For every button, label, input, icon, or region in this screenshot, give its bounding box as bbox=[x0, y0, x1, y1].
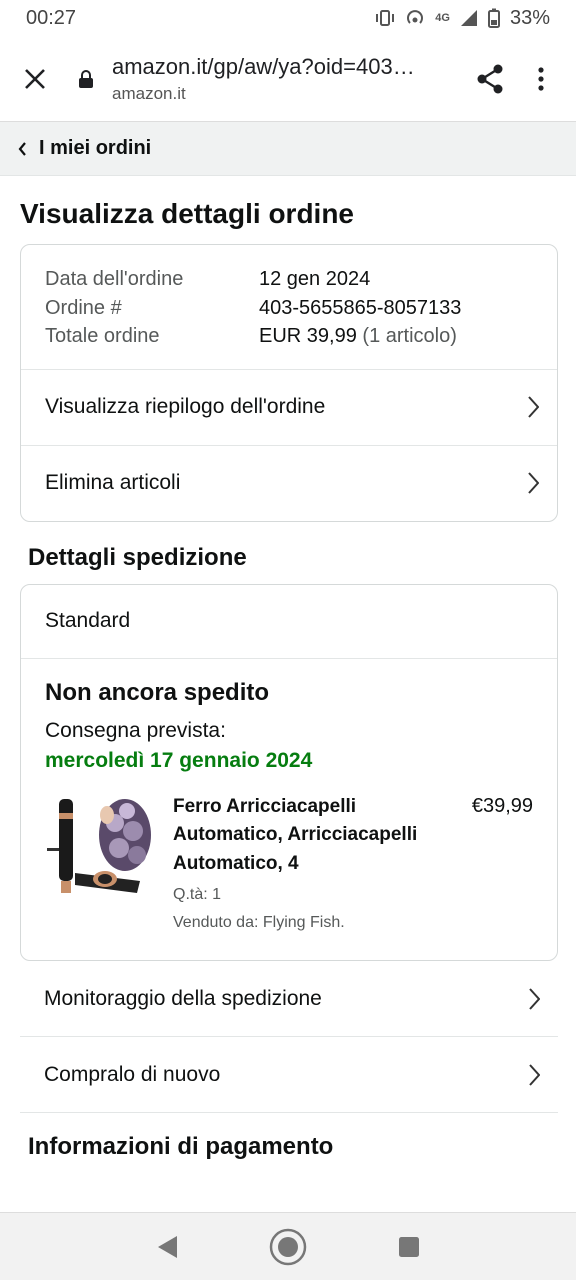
view-order-summary-label: Visualizza riepilogo dell'ordine bbox=[45, 395, 326, 418]
page-title: Visualizza dettagli ordine bbox=[20, 198, 355, 229]
url-text: amazon.it/gp/aw/ya?oid=403… bbox=[112, 53, 415, 79]
product-seller: Venduto da: Flying Fish. bbox=[173, 914, 345, 931]
order-number-row: Ordine # 403-5655865-8057133 bbox=[45, 294, 533, 323]
lock-icon[interactable] bbox=[78, 69, 100, 89]
shipment-body: Non ancora spedito Consegna prevista: me… bbox=[21, 659, 557, 961]
expected-delivery-label: Consegna prevista: bbox=[45, 718, 226, 742]
chevron-right-icon bbox=[529, 1063, 540, 1086]
status-bar: 00:27 4G 33% bbox=[0, 0, 576, 36]
product-title[interactable]: Ferro Arricciacapelli Automatico, Arricc… bbox=[173, 793, 460, 879]
track-shipment-link[interactable]: Monitoraggio della spedizione bbox=[20, 961, 558, 1037]
buy-again-link[interactable]: Compralo di nuovo bbox=[20, 1037, 558, 1113]
share-button[interactable] bbox=[470, 59, 510, 99]
system-nav-bar bbox=[0, 1212, 576, 1280]
order-summary-card: Data dell'ordine 12 gen 2024 Ordine # 40… bbox=[20, 244, 558, 522]
battery-icon bbox=[487, 8, 500, 28]
order-total-value: EUR 39,99 (1 articolo) bbox=[259, 322, 457, 351]
order-date-value: 12 gen 2024 bbox=[259, 268, 371, 290]
vibrate-icon bbox=[376, 10, 395, 26]
shipping-section-title: Dettagli spedizione bbox=[28, 543, 247, 571]
chevron-right-icon bbox=[529, 987, 540, 1010]
url-domain: amazon.it bbox=[112, 83, 186, 103]
order-total-row: Totale ordine EUR 39,99 (1 articolo) bbox=[45, 322, 533, 351]
buy-again-label: Compralo di nuovo bbox=[44, 1062, 221, 1086]
order-summary: Data dell'ordine 12 gen 2024 Ordine # 40… bbox=[21, 245, 557, 369]
order-item-count: (1 articolo) bbox=[362, 325, 457, 347]
share-icon bbox=[477, 64, 503, 93]
address-bar[interactable]: amazon.it/gp/aw/ya?oid=403… amazon.it bbox=[112, 54, 456, 104]
payment-section-title: Informazioni di pagamento bbox=[28, 1133, 334, 1160]
product-item[interactable]: Ferro Arricciacapelli Automatico, Arricc… bbox=[45, 793, 533, 933]
delete-items-label: Elimina articoli bbox=[45, 471, 181, 494]
more-vert-icon bbox=[538, 66, 544, 91]
product-price: €39,99 bbox=[471, 794, 533, 817]
close-tab-button[interactable] bbox=[20, 64, 50, 94]
delete-items-link[interactable]: Elimina articoli bbox=[21, 444, 557, 521]
clock: 00:27 bbox=[26, 6, 77, 29]
network-type: 4G bbox=[435, 12, 450, 24]
view-order-summary-link[interactable]: Visualizza riepilogo dell'ordine bbox=[21, 368, 557, 445]
chevron-right-icon bbox=[528, 472, 539, 494]
status-icons: 4G 33% bbox=[375, 7, 550, 30]
hotspot-icon bbox=[407, 10, 424, 24]
home-nav-icon[interactable] bbox=[268, 1227, 308, 1267]
order-total-amount: EUR 39,99 bbox=[259, 325, 357, 347]
order-date-row: Data dell'ordine 12 gen 2024 bbox=[45, 265, 533, 294]
shipping-type: Standard bbox=[21, 585, 557, 659]
order-total-label: Totale ordine bbox=[45, 325, 160, 347]
shipment-card: Standard Non ancora spedito Consegna pre… bbox=[20, 583, 558, 961]
product-quantity: Q.tà: 1 bbox=[173, 886, 222, 903]
product-info: Ferro Arricciacapelli Automatico, Arricc… bbox=[173, 793, 460, 933]
product-thumbnail[interactable] bbox=[45, 793, 153, 903]
order-number-value: 403-5655865-8057133 bbox=[259, 296, 462, 319]
order-number-label: Ordine # bbox=[45, 296, 122, 319]
expected-delivery-date: mercoledì 17 gennaio 2024 bbox=[45, 748, 313, 772]
signal-icon bbox=[460, 10, 477, 26]
browser-toolbar: amazon.it/gp/aw/ya?oid=403… amazon.it bbox=[0, 36, 576, 122]
chevron-left-icon bbox=[18, 141, 27, 156]
shipment-status: Non ancora spedito bbox=[45, 678, 270, 706]
close-icon bbox=[25, 68, 45, 89]
order-date-label: Data dell'ordine bbox=[45, 268, 184, 290]
breadcrumb[interactable]: I miei ordini bbox=[0, 122, 576, 176]
breadcrumb-label: I miei ordini bbox=[39, 137, 152, 159]
battery-level: 33% bbox=[509, 6, 550, 29]
recents-nav-icon[interactable] bbox=[397, 1235, 421, 1259]
chevron-right-icon bbox=[528, 396, 539, 418]
back-nav-icon[interactable] bbox=[155, 1234, 179, 1260]
overflow-menu-button[interactable] bbox=[526, 59, 556, 99]
track-shipment-label: Monitoraggio della spedizione bbox=[44, 986, 322, 1010]
